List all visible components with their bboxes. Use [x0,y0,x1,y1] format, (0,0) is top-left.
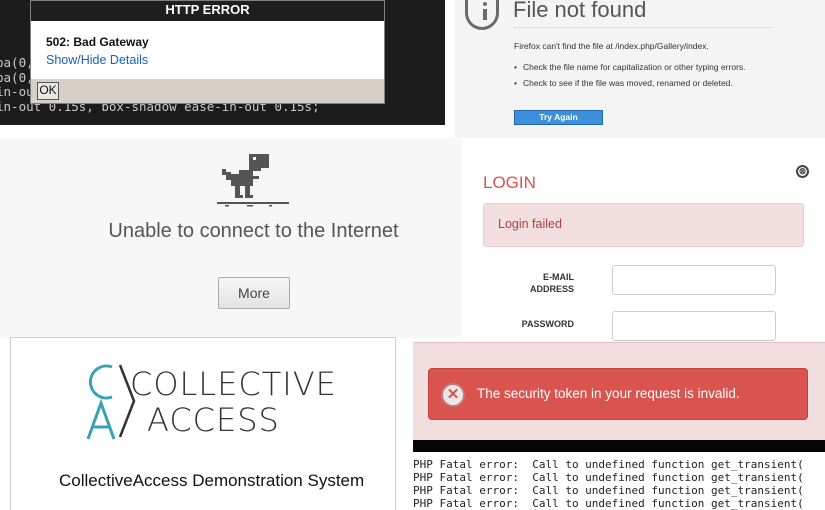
more-button[interactable]: More [218,277,290,309]
dialog-title: HTTP ERROR [31,1,384,21]
php-error-line: PHP Fatal error: Call to undefined funct… [413,497,804,510]
php-error-line: PHP Fatal error: Call to undefined funct… [413,484,804,497]
http-error-panel: ba(0, ba(0, in-out in-out 0.15s, box-sha… [0,0,445,125]
php-error-line: PHP Fatal error: Call to undefined funct… [413,458,804,471]
logo-word-collective: COLLECTIVE [130,365,337,403]
divider [513,27,773,28]
site-subtitle: CollectiveAccess Demonstration System [59,471,365,490]
login-failed-alert: Login failed [483,203,804,247]
error-message: 502: Bad Gateway [46,35,149,49]
security-message: The security token in your request is in… [477,386,740,401]
page-title: File not found [513,0,647,22]
file-not-found-panel: File not found Firefox can't find the fi… [455,0,825,138]
login-panel: ⊗ LOGIN Login failed E-MAIL ADDRESS PASS… [462,155,825,345]
x-circle-icon: ✕ [441,383,465,407]
dialog-body: 502: Bad Gateway Show/Hide Details [31,21,384,79]
email-label-line: E-MAIL [543,272,574,282]
email-field[interactable] [612,265,776,295]
security-alert: ✕ The security token in your request is … [428,368,808,420]
offline-page: Unable to connect to the Internet More [0,138,462,338]
http-error-dialog: HTTP ERROR 502: Bad Gateway Show/Hide De… [30,0,385,104]
close-icon[interactable]: ⊗ [796,165,809,178]
login-title: LOGIN [483,173,536,192]
code-line: ba(0, [0,69,34,85]
dinosaur-icon [217,154,289,207]
security-token-panel: ✕ The security token in your request is … [413,342,825,440]
php-error-panel: PHP Fatal error: Call to undefined funct… [413,440,825,510]
suggestion-item: Check to see if the file was moved, rena… [514,78,733,88]
collective-access-panel: COLLECTIVE ACCESS CollectiveAccess Demon… [10,337,396,510]
show-hide-details-link[interactable]: Show/Hide Details [46,53,148,67]
password-field[interactable] [612,311,776,341]
php-error-line: PHP Fatal error: Call to undefined funct… [413,471,804,484]
info-circle-icon [465,0,499,30]
offline-message: Unable to connect to the Internet [108,220,399,242]
email-label: E-MAIL ADDRESS [462,271,574,295]
suggestion-item: Check the file name for capitalization o… [514,62,746,72]
try-again-button[interactable]: Try Again [514,110,603,125]
email-label-line: ADDRESS [529,284,574,294]
password-label: PASSWORD [521,319,574,329]
error-description: Firefox can't find the file at /index.ph… [514,41,709,51]
logo-word-access: ACCESS [147,401,280,439]
code-line: ba(0, [0,55,34,70]
ok-button[interactable]: OK [37,82,59,100]
